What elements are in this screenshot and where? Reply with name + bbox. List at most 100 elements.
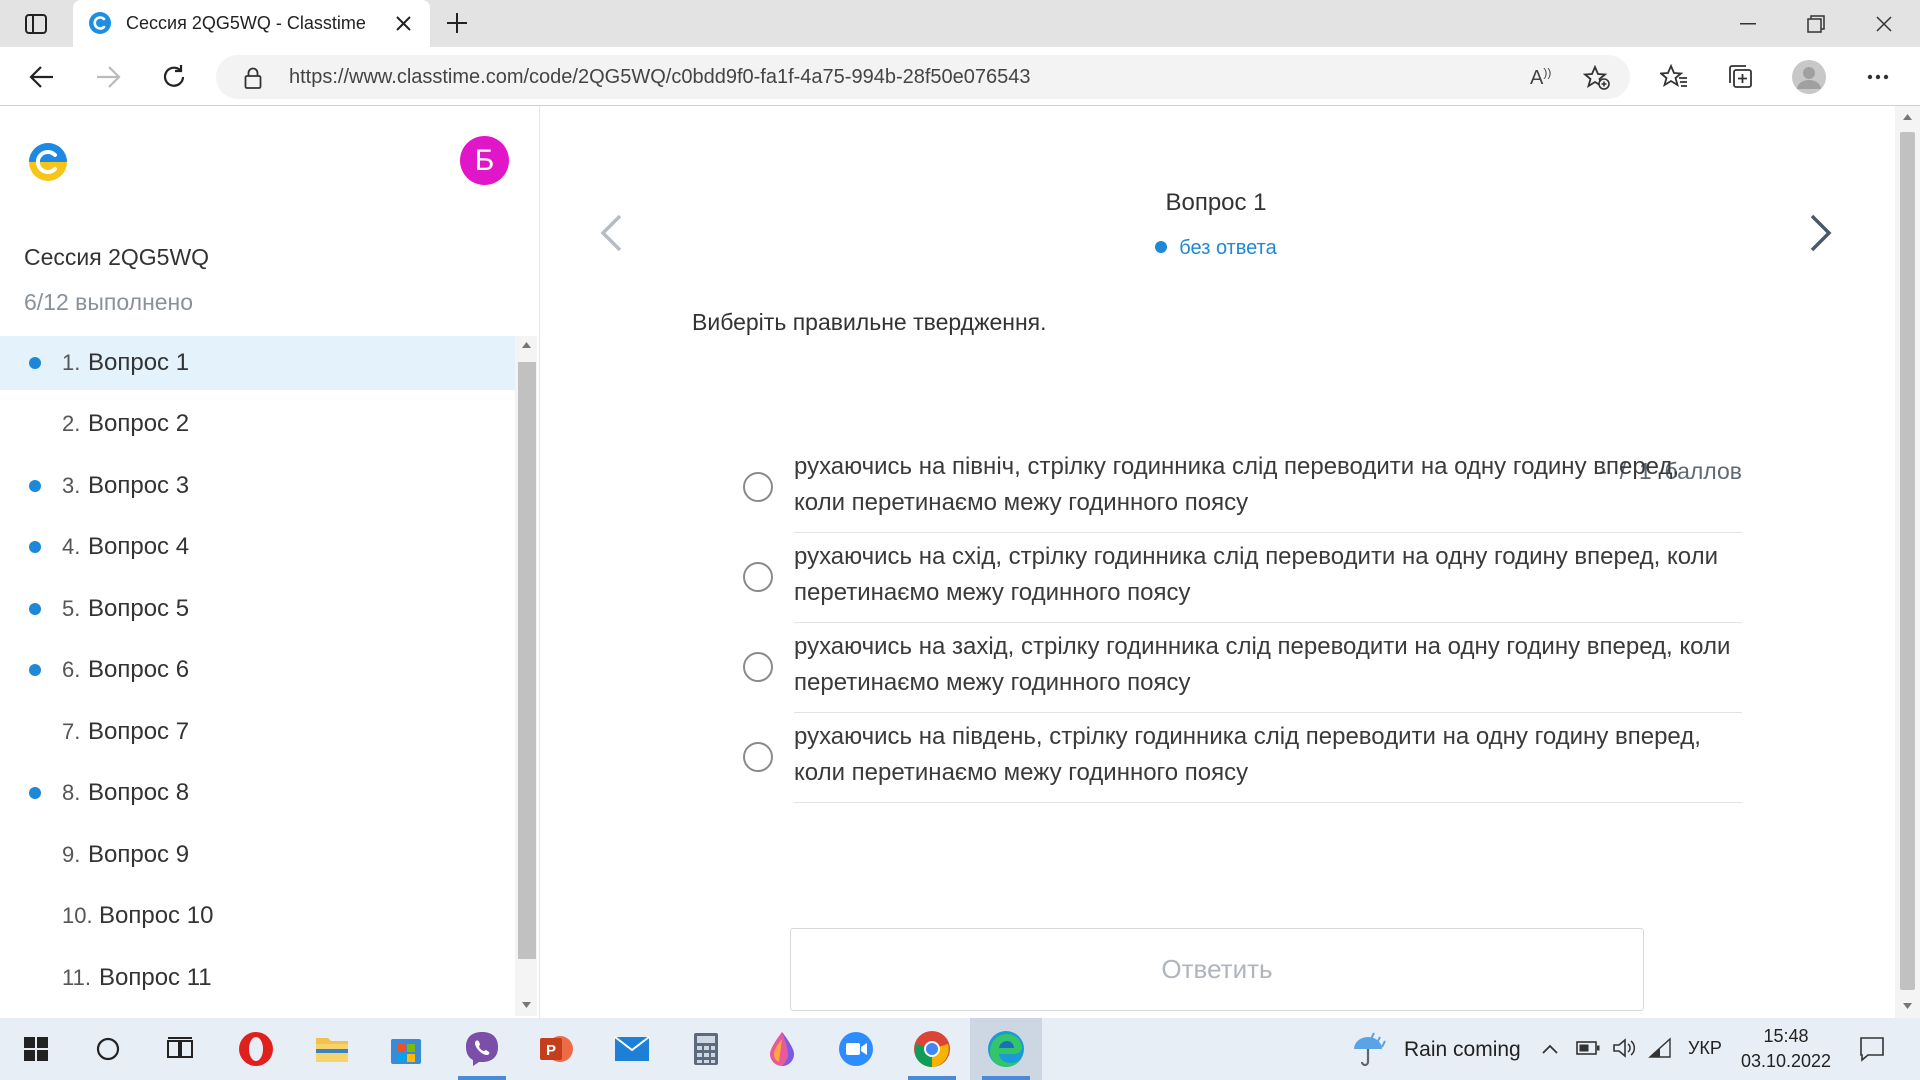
answered-dot: [29, 787, 41, 799]
favorites-button[interactable]: [1652, 55, 1696, 99]
paint-app[interactable]: [746, 1018, 818, 1080]
forward-button[interactable]: [86, 55, 130, 99]
question-number: 1.: [62, 350, 81, 375]
mail-app[interactable]: [596, 1018, 668, 1080]
submit-button[interactable]: Ответить: [790, 928, 1644, 1011]
profile-button[interactable]: [1787, 55, 1831, 99]
store-app[interactable]: [370, 1018, 442, 1080]
weather-widget[interactable]: Rain coming: [1350, 1030, 1521, 1070]
sidebar: Б Сессия 2QG5WQ 6/12 выполнено 1. Вопрос …: [0, 106, 540, 1018]
close-window-button[interactable]: [1850, 0, 1918, 47]
opera-icon: [239, 1032, 273, 1066]
store-icon: [391, 1039, 421, 1064]
address-bar[interactable]: https://www.classtime.com/code/2QG5WQ/c0…: [216, 55, 1630, 99]
viber-icon: [466, 1032, 498, 1066]
scroll-up-icon[interactable]: [1903, 114, 1912, 120]
clock[interactable]: 15:48 03.10.2022: [1736, 1024, 1836, 1074]
scroll-up-icon[interactable]: [522, 342, 531, 348]
new-tab-icon[interactable]: [446, 12, 468, 34]
refresh-button[interactable]: [152, 55, 196, 99]
add-favorite-icon[interactable]: [1583, 65, 1611, 91]
chrome-app[interactable]: [896, 1018, 968, 1080]
answered-dot: [29, 664, 41, 676]
start-button[interactable]: [0, 1018, 72, 1080]
session-progress: 6/12 выполнено: [24, 289, 194, 315]
avatar[interactable]: Б: [460, 136, 509, 185]
read-aloud-icon: A)): [1530, 65, 1552, 89]
sidebar-question-item[interactable]: 3. Вопрос 3: [0, 459, 515, 513]
file-explorer-app[interactable]: [296, 1018, 368, 1080]
edge-app[interactable]: [970, 1018, 1042, 1080]
tab-close-icon[interactable]: [396, 16, 411, 31]
answer-option[interactable]: рухаючись на захід, стрілку годинника сл…: [741, 623, 1742, 713]
show-hidden-icons-icon[interactable]: [1542, 1044, 1558, 1054]
favorites-icon: [1660, 64, 1687, 87]
sidebar-question-item[interactable]: 8. Вопрос 8: [0, 766, 515, 820]
lock-icon: [244, 67, 262, 89]
option-text: рухаючись на захід, стрілку годинника сл…: [794, 633, 1731, 696]
sidebar-question-item[interactable]: 5. Вопрос 5: [0, 582, 515, 636]
volume-icon[interactable]: [1612, 1037, 1636, 1059]
task-view-button[interactable]: [144, 1018, 216, 1080]
collections-button[interactable]: [1718, 55, 1762, 99]
zoom-app[interactable]: [820, 1018, 892, 1080]
main-scrollbar[interactable]: [1895, 106, 1920, 1018]
sidebar-question-item[interactable]: 10. Вопрос 10: [0, 889, 515, 943]
answer-option[interactable]: рухаючись на схід, стрілку годинника слі…: [741, 533, 1742, 623]
back-button[interactable]: [20, 55, 64, 99]
tab-actions-button[interactable]: [14, 10, 58, 38]
radio-button[interactable]: [743, 562, 773, 592]
clock-date: 03.10.2022: [1740, 1051, 1832, 1071]
answer-option[interactable]: рухаючись на південь, стрілку годинника …: [741, 713, 1742, 803]
close-icon: [1876, 15, 1892, 32]
scroll-down-icon[interactable]: [1903, 1003, 1912, 1009]
taskbar: P Rain coming УКР 15:48 03.10.2022: [0, 1018, 1920, 1080]
read-aloud-button[interactable]: A)): [1530, 65, 1560, 91]
sidebar-scrollbar[interactable]: [515, 336, 537, 1016]
sidebar-question-item[interactable]: 1. Вопрос 1: [0, 336, 515, 390]
question-number: 7.: [62, 719, 81, 744]
search-button[interactable]: [72, 1018, 144, 1080]
browser-tab[interactable]: Сессия 2QG5WQ - Classtime: [73, 0, 430, 47]
scroll-down-icon[interactable]: [522, 1002, 531, 1008]
edge-icon: [988, 1031, 1024, 1067]
forward-arrow-icon: [97, 66, 121, 88]
answered-dot: [29, 541, 41, 553]
restore-icon: [1807, 14, 1825, 33]
sidebar-scrollbar-thumb[interactable]: [518, 362, 536, 959]
rain-umbrella-icon: [1354, 1032, 1386, 1067]
radio-button[interactable]: [743, 652, 773, 682]
option-text: рухаючись на південь, стрілку годинника …: [794, 723, 1701, 786]
sidebar-question-item[interactable]: 6. Вопрос 6: [0, 643, 515, 697]
main-scrollbar-thumb[interactable]: [1900, 132, 1915, 990]
wifi-icon[interactable]: [1648, 1037, 1672, 1059]
settings-more-button[interactable]: [1856, 55, 1900, 99]
sidebar-question-item[interactable]: 11. Вопрос 11: [0, 951, 515, 1005]
back-arrow-icon: [29, 66, 53, 88]
radio-button[interactable]: [743, 472, 773, 502]
more-dots-icon: [1867, 74, 1889, 80]
option-text: рухаючись на північ, стрілку годинника с…: [794, 453, 1680, 516]
folder-icon: [316, 1038, 348, 1062]
minimize-button[interactable]: [1714, 0, 1782, 47]
calculator-app[interactable]: [670, 1018, 742, 1080]
question-number: 6.: [62, 657, 81, 682]
viber-app[interactable]: [446, 1018, 518, 1080]
opera-app[interactable]: [220, 1018, 292, 1080]
radio-button[interactable]: [743, 742, 773, 772]
language-indicator[interactable]: УКР: [1688, 1038, 1722, 1059]
sidebar-question-item[interactable]: 9. Вопрос 9: [0, 828, 515, 882]
battery-icon[interactable]: [1576, 1040, 1600, 1056]
restore-button[interactable]: [1782, 0, 1850, 47]
sidebar-question-item[interactable]: 7. Вопрос 7: [0, 705, 515, 759]
classtime-logo-icon[interactable]: [28, 142, 68, 182]
tab-bar: Сессия 2QG5WQ - Classtime: [0, 0, 1920, 47]
avatar-letter: Б: [474, 143, 495, 177]
answer-option[interactable]: рухаючись на північ, стрілку годинника с…: [741, 443, 1742, 533]
powerpoint-app[interactable]: P: [520, 1018, 592, 1080]
sidebar-question-item[interactable]: 2. Вопрос 2: [0, 397, 515, 451]
sidebar-question-item[interactable]: 4. Вопрос 4: [0, 520, 515, 574]
active-indicator: [458, 1076, 506, 1080]
notifications-icon[interactable]: [1859, 1036, 1885, 1062]
task-view-icon: [167, 1037, 193, 1058]
